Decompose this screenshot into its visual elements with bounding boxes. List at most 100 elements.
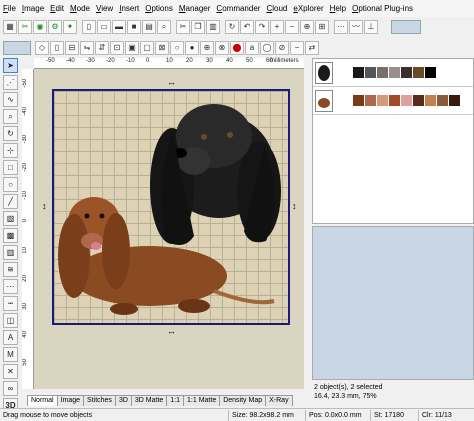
menu-explorer[interactable]: eXplorer bbox=[290, 0, 326, 17]
thread-swatch[interactable] bbox=[377, 67, 388, 78]
thread-swatch[interactable] bbox=[389, 95, 400, 106]
column-icon[interactable]: ▥ bbox=[3, 245, 18, 260]
design-row-cocker[interactable] bbox=[313, 59, 473, 87]
fit-icon[interactable]: ▯ bbox=[50, 40, 64, 55]
copy-icon[interactable]: ❐ bbox=[191, 19, 205, 34]
thread-swatch[interactable] bbox=[437, 95, 448, 106]
fill-icon[interactable]: ▧ bbox=[3, 211, 18, 226]
color-field[interactable] bbox=[391, 19, 421, 34]
object-field[interactable] bbox=[3, 40, 31, 55]
applique-icon[interactable]: ◫ bbox=[3, 313, 18, 328]
menu-edit[interactable]: Edit bbox=[47, 0, 67, 17]
zoom-in-icon[interactable]: + bbox=[270, 19, 284, 34]
search-icon[interactable]: ⌕ bbox=[157, 19, 171, 34]
tab-3d-matte[interactable]: 3D Matte bbox=[130, 395, 168, 406]
rotate-tool-icon[interactable]: ↻ bbox=[3, 126, 18, 141]
hide-icon[interactable]: ○ bbox=[170, 40, 184, 55]
thread-swatch[interactable] bbox=[353, 95, 364, 106]
center-icon[interactable]: ⊕ bbox=[200, 40, 214, 55]
mirror-v-icon[interactable]: ⇵ bbox=[95, 40, 109, 55]
shuffle-icon[interactable]: ⇄ bbox=[305, 40, 319, 55]
save-icon[interactable]: ■ bbox=[127, 19, 141, 34]
dachshund-thumbnail[interactable] bbox=[315, 89, 333, 112]
menu-manager[interactable]: Manager bbox=[176, 0, 214, 17]
pointer-icon[interactable]: ➤ bbox=[3, 58, 18, 73]
group-icon[interactable]: ▣ bbox=[125, 40, 139, 55]
resize-handle-top[interactable]: ↔ bbox=[167, 77, 176, 87]
grid-select-icon[interactable]: ▦ bbox=[3, 19, 17, 34]
thread-swatch[interactable] bbox=[401, 67, 412, 78]
thread-swatch[interactable] bbox=[425, 95, 436, 106]
menu-file[interactable]: File bbox=[0, 0, 19, 17]
folder-icon[interactable]: ▬ bbox=[112, 19, 126, 34]
zoom-fit-icon[interactable]: ⊕ bbox=[300, 19, 314, 34]
monogram-icon[interactable]: M bbox=[3, 347, 18, 362]
design-canvas[interactable]: ↔ ↕ ↕ ↔ bbox=[34, 69, 304, 389]
menu-insert[interactable]: Insert bbox=[116, 0, 142, 17]
lasso-icon[interactable]: ∿ bbox=[3, 92, 18, 107]
open-file-icon[interactable]: ▭ bbox=[97, 19, 111, 34]
thread-swatch[interactable] bbox=[377, 95, 388, 106]
thread-swatch[interactable] bbox=[365, 95, 376, 106]
menu-optional-plug-ins[interactable]: Optional Plug-ins bbox=[349, 0, 416, 17]
rotate-icon[interactable]: ↻ bbox=[225, 19, 239, 34]
trim-icon[interactable]: ⊥ bbox=[364, 19, 378, 34]
thread-swatch[interactable] bbox=[413, 95, 424, 106]
weld-icon[interactable]: ⊗ bbox=[215, 40, 229, 55]
zoom-icon[interactable]: ⌕ bbox=[3, 109, 18, 124]
mirror-h-icon[interactable]: ⇋ bbox=[80, 40, 94, 55]
ellipse-icon[interactable]: ○ bbox=[3, 177, 18, 192]
undo-icon[interactable]: ↶ bbox=[240, 19, 254, 34]
chain-icon[interactable]: ∞ bbox=[3, 381, 18, 396]
run-icon[interactable]: ⋯ bbox=[3, 279, 18, 294]
menu-options[interactable]: Options bbox=[142, 0, 176, 17]
tab-1-1[interactable]: 1:1 bbox=[166, 395, 185, 406]
thread-icon[interactable]: 〰 bbox=[349, 19, 363, 34]
tab-density-map[interactable]: Density Map bbox=[219, 395, 267, 406]
blend-icon[interactable]: ▩ bbox=[3, 228, 18, 243]
new-file-icon[interactable]: ▯ bbox=[82, 19, 96, 34]
menu-mode[interactable]: Mode bbox=[67, 0, 93, 17]
cut-icon[interactable]: ✂ bbox=[176, 19, 190, 34]
line-icon[interactable]: ╱ bbox=[3, 194, 18, 209]
design-row-dachshund[interactable] bbox=[313, 87, 473, 115]
resize-handle-left[interactable]: ↕ bbox=[42, 201, 47, 211]
resize-handle-right[interactable]: ↕ bbox=[292, 201, 297, 211]
menu-help[interactable]: Help bbox=[327, 0, 349, 17]
bean-icon[interactable]: ┅ bbox=[3, 296, 18, 311]
cut-stitches-icon[interactable]: ✂ bbox=[18, 19, 32, 34]
arrange-icon[interactable]: ⊡ bbox=[110, 40, 124, 55]
menu-view[interactable]: View bbox=[93, 0, 116, 17]
stitch-icon[interactable]: ⋯ bbox=[334, 19, 348, 34]
dash-icon[interactable]: − bbox=[290, 40, 304, 55]
show-icon[interactable]: ● bbox=[185, 40, 199, 55]
tab-image[interactable]: Image bbox=[56, 395, 85, 406]
stitch-select-icon[interactable]: ⋰ bbox=[3, 75, 18, 90]
thread-swatch[interactable] bbox=[365, 67, 376, 78]
satin-icon[interactable]: ≋ bbox=[3, 262, 18, 277]
menu-image[interactable]: Image bbox=[19, 0, 47, 17]
circle-icon[interactable]: ◯ bbox=[260, 40, 274, 55]
camera-stitch-icon[interactable]: ◉ bbox=[33, 19, 47, 34]
thread-swatch[interactable] bbox=[389, 67, 400, 78]
sew-icon[interactable]: ⚙ bbox=[48, 19, 62, 34]
tab-stitches[interactable]: Stitches bbox=[83, 395, 116, 406]
wand-icon[interactable]: ✦ bbox=[63, 19, 77, 34]
node-icon[interactable]: ⊹ bbox=[3, 143, 18, 158]
thread-swatch[interactable] bbox=[413, 67, 424, 78]
split-icon[interactable]: ⊘ bbox=[275, 40, 289, 55]
letter-icon[interactable]: a bbox=[245, 40, 259, 55]
rectangle-icon[interactable]: □ bbox=[3, 160, 18, 175]
dog-designs[interactable] bbox=[54, 91, 288, 323]
tab-normal[interactable]: Normal bbox=[27, 395, 58, 406]
zoom-out-icon[interactable]: − bbox=[285, 19, 299, 34]
stop-icon[interactable]: ⬤ bbox=[230, 40, 244, 55]
thread-swatch[interactable] bbox=[425, 67, 436, 78]
tab-3d[interactable]: 3D bbox=[114, 395, 132, 406]
lock-icon[interactable]: ⊠ bbox=[155, 40, 169, 55]
thread-swatch[interactable] bbox=[401, 95, 412, 106]
redo-icon[interactable]: ↷ bbox=[255, 19, 269, 34]
menu-cloud[interactable]: Cloud bbox=[263, 0, 290, 17]
resize-handle-bottom[interactable]: ↔ bbox=[167, 326, 176, 336]
cocker-thumbnail[interactable] bbox=[315, 61, 333, 84]
